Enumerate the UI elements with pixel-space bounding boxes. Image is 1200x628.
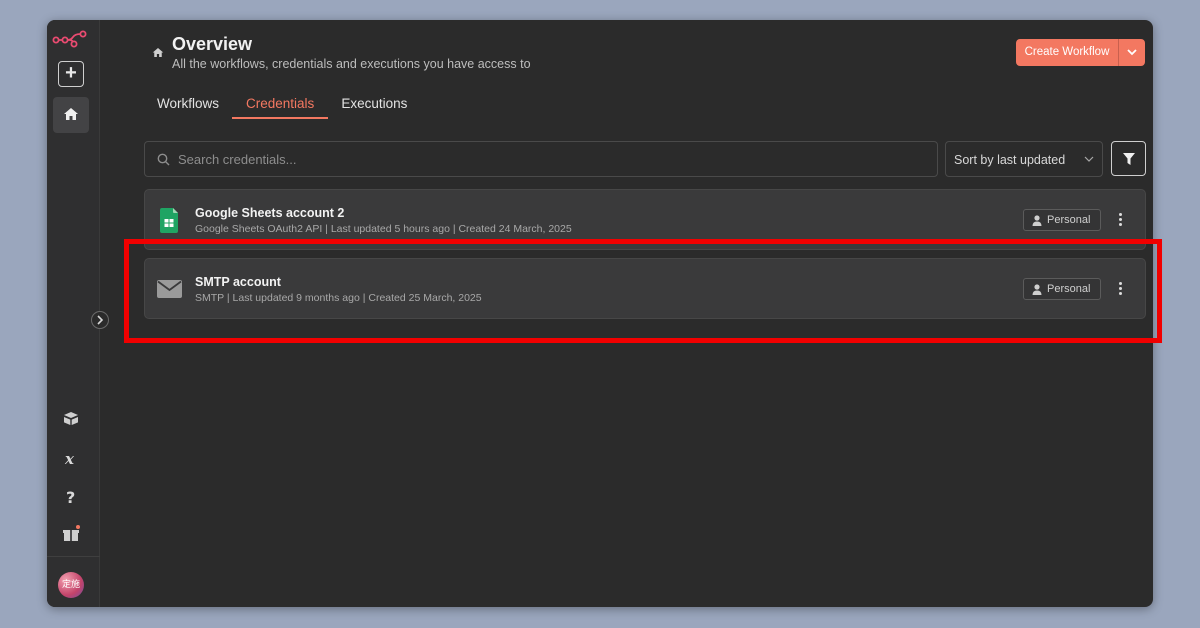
gift-icon[interactable] [61, 524, 81, 544]
svg-text:x: x [64, 450, 75, 468]
chevron-down-icon [1084, 156, 1094, 162]
create-workflow-group: Create Workflow [1016, 39, 1145, 66]
n8n-logo-icon[interactable] [52, 28, 88, 50]
svg-text:?: ? [66, 488, 75, 507]
variables-icon[interactable]: x [61, 449, 81, 469]
create-workflow-button[interactable]: Create Workflow [1016, 39, 1118, 66]
search-input[interactable]: Search credentials... [144, 141, 938, 177]
home-icon [64, 108, 78, 120]
filter-icon [1123, 153, 1135, 165]
google-sheets-icon [160, 208, 178, 233]
home-icon [152, 48, 164, 57]
sidebar-item-home[interactable] [53, 97, 89, 133]
more-options-icon[interactable] [1113, 211, 1127, 229]
avatar[interactable]: 定施 [58, 572, 84, 598]
add-button[interactable]: + [58, 61, 84, 87]
tab-bar: Workflows Credentials Executions [157, 96, 434, 119]
sort-label: Sort by last updated [954, 153, 1066, 167]
collapse-sidebar-button[interactable] [91, 311, 109, 329]
chevron-right-icon [97, 315, 104, 325]
search-icon [157, 153, 170, 166]
page-subtitle: All the workflows, credentials and execu… [172, 57, 531, 71]
chevron-down-icon [1127, 49, 1137, 56]
filter-button[interactable] [1111, 141, 1146, 176]
templates-icon[interactable] [61, 409, 81, 429]
help-icon[interactable]: ? [61, 487, 81, 507]
search-placeholder: Search credentials... [178, 152, 297, 167]
tab-executions[interactable]: Executions [341, 96, 407, 119]
page-title: Overview [172, 34, 253, 54]
personal-badge: Personal [1023, 209, 1101, 231]
tab-credentials[interactable]: Credentials [232, 96, 329, 119]
create-options-dropdown[interactable] [1118, 39, 1145, 66]
credential-name: Google Sheets account 2 [195, 206, 345, 220]
credential-meta: Google Sheets OAuth2 API | Last updated … [195, 223, 572, 235]
user-icon [1032, 215, 1042, 226]
tab-workflows[interactable]: Workflows [157, 96, 219, 119]
badge-label: Personal [1047, 214, 1091, 226]
sidebar-divider [47, 556, 100, 557]
sort-select[interactable]: Sort by last updated [945, 141, 1103, 177]
highlight-box [124, 239, 1162, 343]
